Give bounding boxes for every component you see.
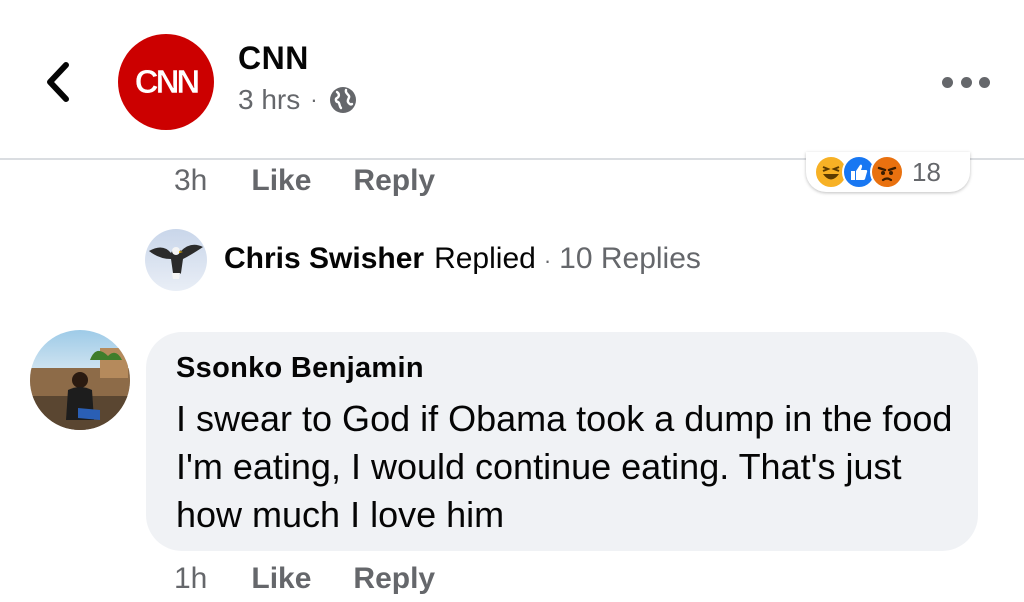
back-button[interactable] bbox=[38, 60, 78, 104]
commenter-photo bbox=[30, 348, 130, 430]
angry-icon bbox=[870, 155, 904, 189]
more-dot bbox=[960, 76, 972, 88]
replier-name: Chris Swisher bbox=[224, 242, 425, 275]
replies-separator: · bbox=[543, 248, 552, 273]
view-replies-link[interactable]: Chris Swisher Replied · 10 Replies bbox=[224, 242, 701, 276]
comment-time: 3h bbox=[174, 164, 208, 197]
logo-text: CNN bbox=[135, 63, 199, 100]
post-header: CNN CNN 3 hrs · bbox=[0, 0, 1024, 160]
commenter-avatar[interactable] bbox=[30, 330, 130, 430]
second-comment-actions: 1h Like Reply bbox=[174, 562, 477, 596]
like-button[interactable]: Like bbox=[251, 562, 311, 596]
comment-text: I swear to God if Obama took a dump in t… bbox=[176, 398, 953, 535]
page-name[interactable]: CNN bbox=[238, 40, 309, 77]
reactions-summary[interactable]: 18 bbox=[806, 152, 970, 192]
more-dot bbox=[979, 76, 990, 88]
more-horizontal-icon bbox=[942, 76, 953, 88]
like-button[interactable]: Like bbox=[251, 164, 311, 198]
chevron-left-icon bbox=[47, 62, 69, 102]
more-options-button[interactable] bbox=[942, 72, 990, 92]
comment-bubble: Ssonko Benjamin I swear to God if Obama … bbox=[146, 332, 978, 551]
globe-icon bbox=[329, 87, 356, 113]
comment-time: 1h bbox=[174, 562, 208, 595]
replied-label: Replied bbox=[434, 242, 536, 275]
first-comment-actions: 3h Like Reply bbox=[174, 164, 477, 198]
comments-screen: CNN CNN 3 hrs · 3h Like Reply 18 Chris S… bbox=[0, 0, 1024, 602]
reply-button[interactable]: Reply bbox=[353, 562, 435, 596]
comment-author[interactable]: Ssonko Benjamin bbox=[176, 352, 424, 385]
replier-avatar[interactable] bbox=[145, 229, 207, 291]
page-avatar[interactable]: CNN bbox=[118, 34, 214, 130]
post-meta: 3 hrs · bbox=[238, 84, 358, 116]
post-time[interactable]: 3 hrs bbox=[238, 84, 300, 116]
reply-button[interactable]: Reply bbox=[353, 164, 435, 198]
replies-count: 10 Replies bbox=[559, 242, 701, 275]
reaction-count: 18 bbox=[912, 156, 941, 187]
meta-separator: · bbox=[310, 87, 318, 112]
eagle-image bbox=[149, 244, 203, 279]
cnn-logo: CNN bbox=[135, 63, 202, 101]
